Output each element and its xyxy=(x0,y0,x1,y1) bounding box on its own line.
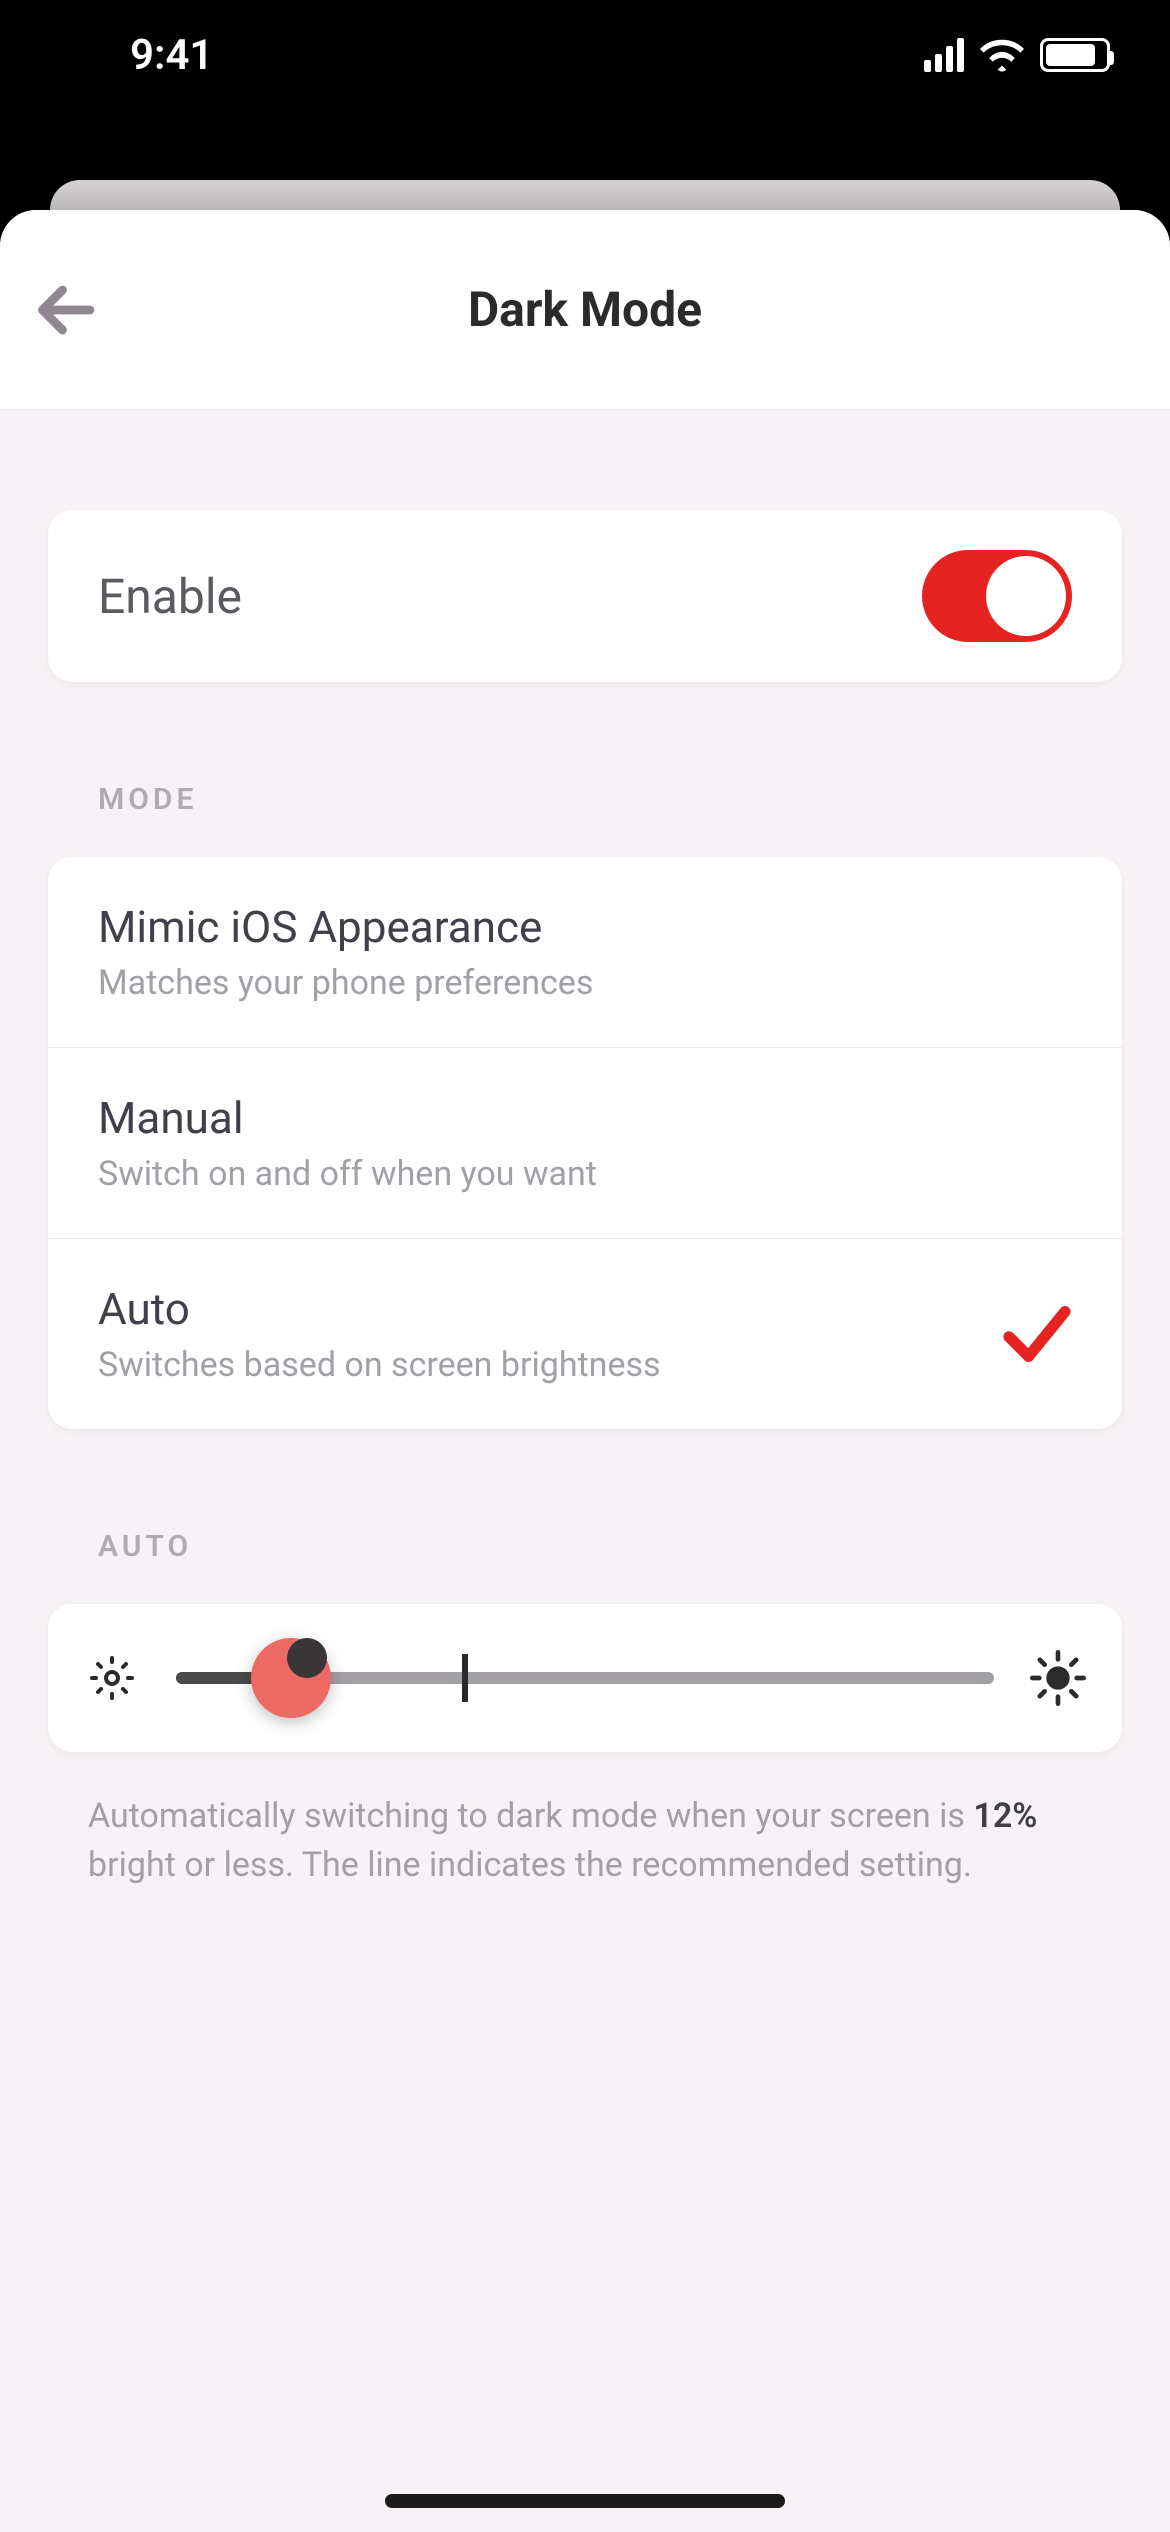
slider-tick xyxy=(462,1654,468,1702)
battery-icon xyxy=(1040,38,1110,72)
help-suffix: bright or less. The line indicates the r… xyxy=(88,1845,972,1885)
check-icon xyxy=(1002,1306,1072,1362)
mode-title: Mimic iOS Appearance xyxy=(98,901,593,953)
mode-subtitle: Switches based on screen brightness xyxy=(98,1345,661,1385)
mode-option-manual[interactable]: Manual Switch on and off when you want xyxy=(48,1047,1122,1238)
enable-row: Enable xyxy=(48,510,1122,682)
mode-option-auto[interactable]: Auto Switches based on screen brightness xyxy=(48,1238,1122,1429)
page-title: Dark Mode xyxy=(30,281,1140,338)
brightness-slider-card xyxy=(48,1604,1122,1752)
sheet: Dark Mode Enable MODE Mimic iOS Appearan… xyxy=(0,210,1170,2532)
status-icons xyxy=(924,38,1110,72)
mode-subtitle: Switch on and off when you want xyxy=(98,1154,597,1194)
wifi-icon xyxy=(980,38,1024,72)
status-bar: 9:41 xyxy=(0,0,1170,120)
mode-list: Mimic iOS Appearance Matches your phone … xyxy=(48,857,1122,1429)
brightness-high-icon xyxy=(1030,1650,1086,1706)
cellular-icon xyxy=(924,38,964,72)
mode-section-label: MODE xyxy=(98,782,1122,817)
mode-title: Manual xyxy=(98,1092,597,1144)
mode-title: Auto xyxy=(98,1283,661,1335)
help-prefix: Automatically switching to dark mode whe… xyxy=(88,1796,973,1836)
slider-thumb[interactable] xyxy=(251,1638,331,1718)
mode-option-mimic[interactable]: Mimic iOS Appearance Matches your phone … xyxy=(48,857,1122,1047)
brightness-low-icon xyxy=(84,1650,140,1706)
mode-subtitle: Matches your phone preferences xyxy=(98,963,593,1003)
auto-help-text: Automatically switching to dark mode whe… xyxy=(88,1792,1082,1891)
toggle-knob xyxy=(986,556,1066,636)
header: Dark Mode xyxy=(0,210,1170,410)
content: Enable MODE Mimic iOS Appearance Matches… xyxy=(0,410,1170,1891)
brightness-slider[interactable] xyxy=(176,1648,994,1708)
enable-toggle[interactable] xyxy=(922,550,1072,642)
auto-section-label: AUTO xyxy=(98,1529,1122,1564)
status-time: 9:41 xyxy=(60,31,213,80)
enable-label: Enable xyxy=(98,568,242,625)
slider-thumb-dot xyxy=(287,1638,327,1678)
home-indicator[interactable] xyxy=(385,2494,785,2508)
help-value: 12% xyxy=(973,1796,1037,1836)
